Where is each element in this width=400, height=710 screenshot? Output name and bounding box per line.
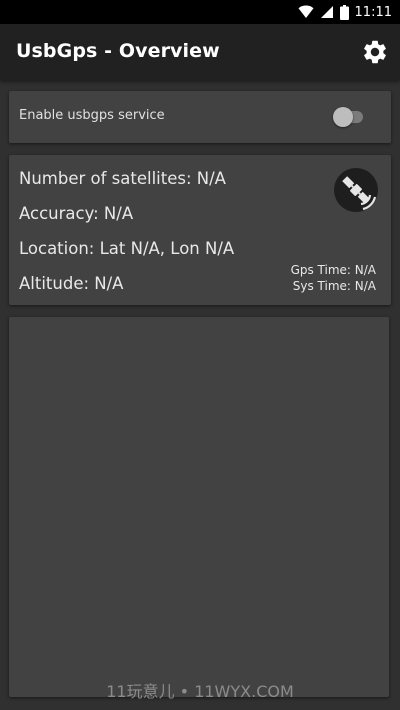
cellular-signal-icon <box>320 6 333 18</box>
satellite-icon <box>334 168 378 212</box>
service-toggle-card[interactable]: Enable usbgps service <box>9 91 391 143</box>
status-time: 11:11 <box>354 4 392 20</box>
status-bar: 11:11 <box>0 0 400 24</box>
status-icons: 11:11 <box>298 3 392 21</box>
accuracy-value: Accuracy: N/A <box>19 204 134 223</box>
enable-service-label: Enable usbgps service <box>19 108 165 123</box>
switch-thumb[interactable] <box>333 107 353 127</box>
gps-info-card: Number of satellites: N/A Accuracy: N/A … <box>9 155 391 305</box>
log-panel[interactable] <box>9 317 389 697</box>
battery-icon <box>339 4 349 20</box>
location-value: Location: Lat N/A, Lon N/A <box>19 239 235 258</box>
app-bar: UsbGps - Overview <box>0 24 400 80</box>
page-title: UsbGps - Overview <box>16 40 220 62</box>
enable-service-switch[interactable] <box>333 107 365 127</box>
settings-button[interactable] <box>360 37 390 67</box>
gps-time: Gps Time: N/A <box>290 263 376 277</box>
sys-time: Sys Time: N/A <box>292 279 376 293</box>
altitude-value: Altitude: N/A <box>19 274 124 293</box>
watermark: 11玩意儿 • 11WYX.COM <box>106 682 294 701</box>
gear-icon[interactable] <box>361 38 389 66</box>
satellites-count: Number of satellites: N/A <box>19 169 226 188</box>
wifi-icon <box>298 5 314 18</box>
